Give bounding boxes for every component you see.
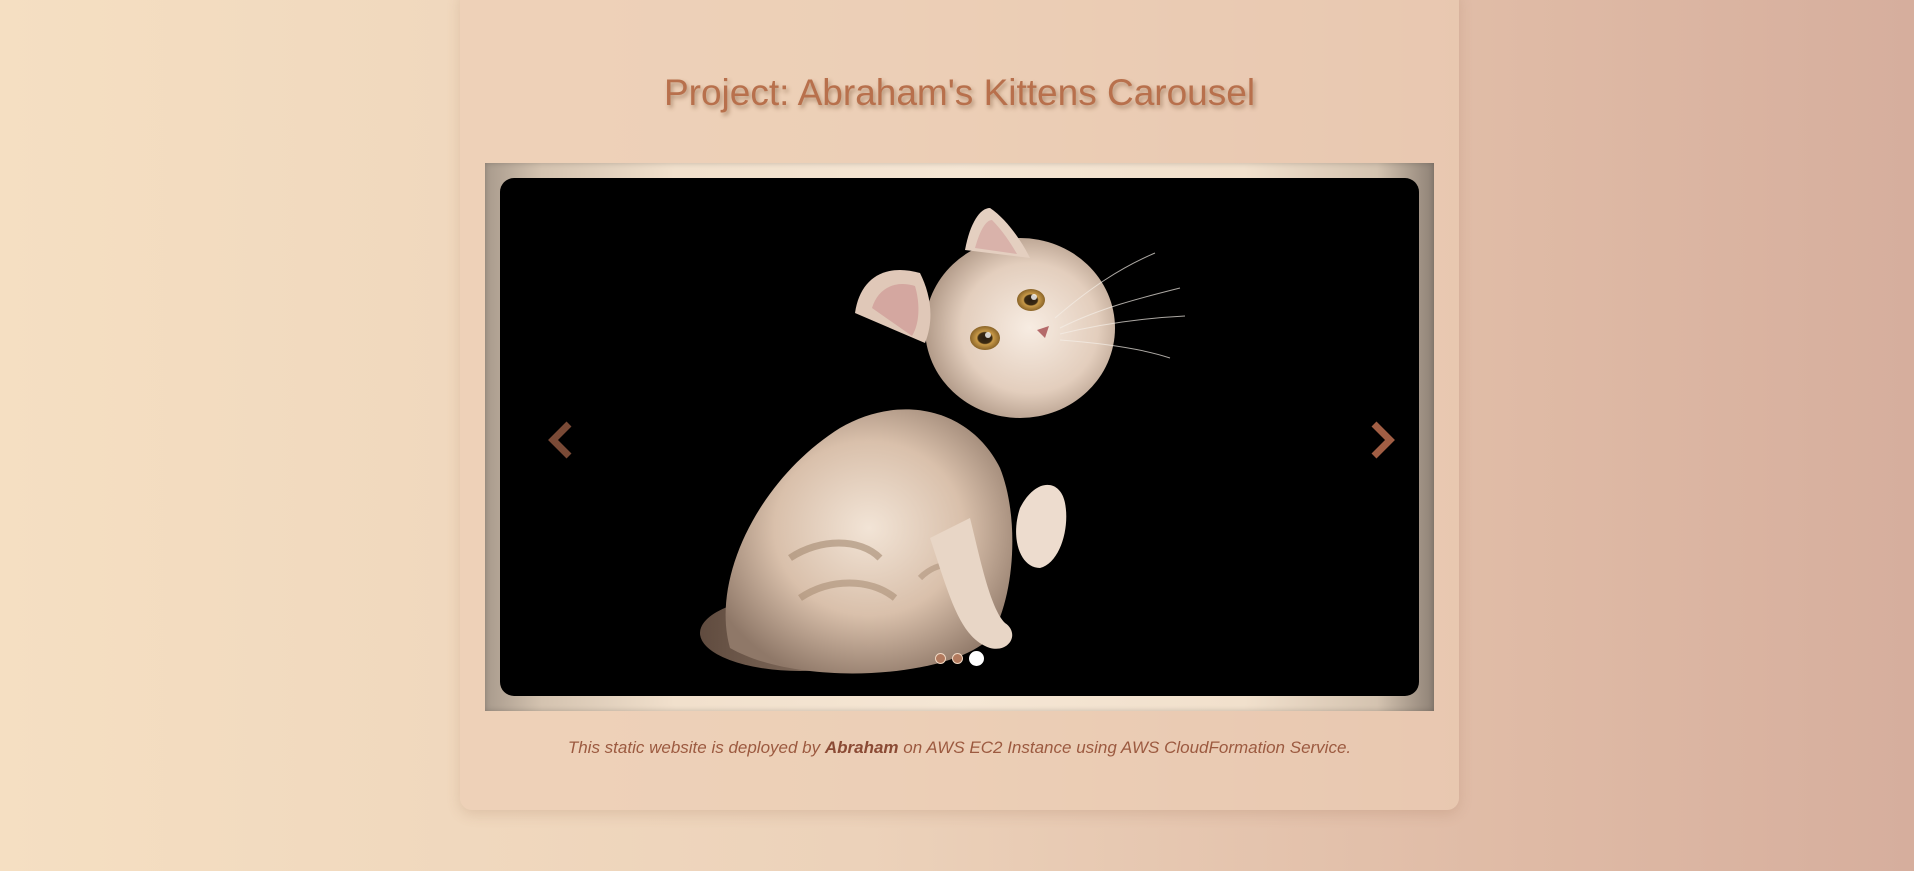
footer-note: This static website is deployed by Abrah… bbox=[460, 738, 1459, 758]
carousel-next-button[interactable] bbox=[1363, 418, 1403, 462]
carousel-indicator-1[interactable] bbox=[935, 653, 946, 664]
chevron-right-icon bbox=[1371, 421, 1395, 459]
footer-text-after: on AWS EC2 Instance using AWS CloudForma… bbox=[898, 738, 1352, 757]
page-title: Project: Abraham's Kittens Carousel bbox=[663, 72, 1256, 113]
kitten-image bbox=[700, 208, 1186, 674]
carousel-frame bbox=[485, 163, 1434, 711]
main-card: Project: Abraham's Kittens Carousel This… bbox=[460, 0, 1459, 810]
carousel-indicators bbox=[500, 651, 1419, 666]
chevron-left-icon bbox=[548, 421, 572, 459]
footer-author: Abraham bbox=[824, 738, 899, 757]
carousel bbox=[500, 178, 1419, 696]
footer-text-before: This static website is deployed by bbox=[567, 738, 825, 757]
carousel-indicator-2[interactable] bbox=[952, 653, 963, 664]
carousel-indicator-3[interactable] bbox=[969, 651, 984, 666]
carousel-prev-button[interactable] bbox=[540, 418, 580, 462]
